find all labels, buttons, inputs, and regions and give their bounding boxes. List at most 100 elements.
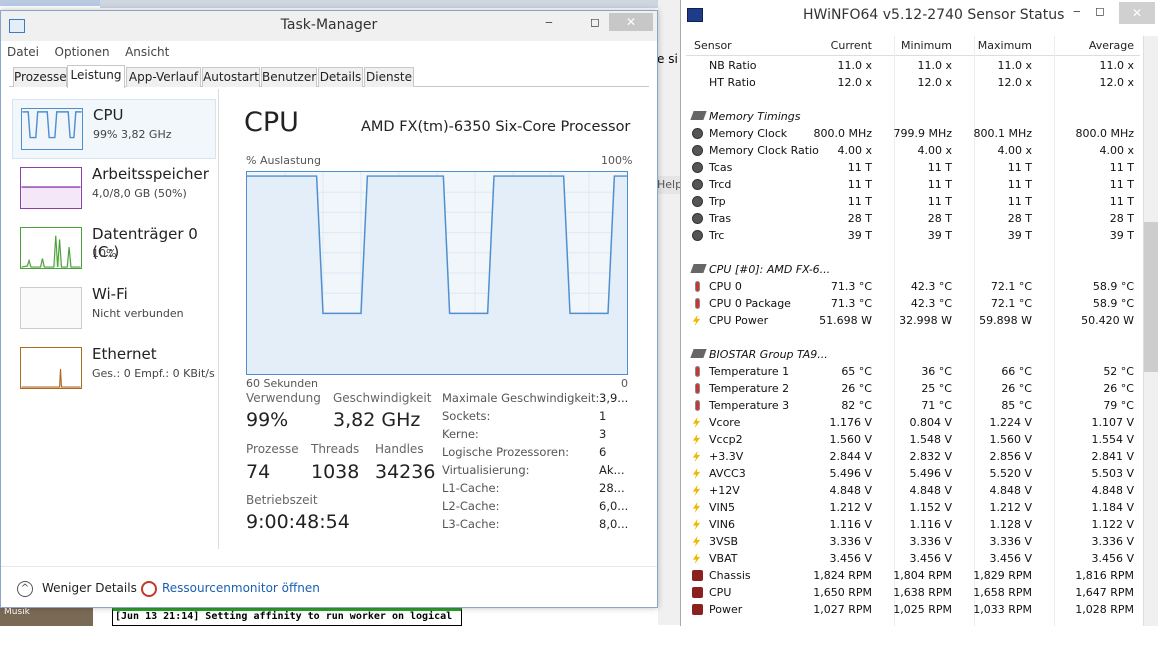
sensor-name: CPU 0 Package: [709, 297, 791, 310]
sensor-minimum: 1.548 V: [909, 433, 952, 446]
detail-value: 3: [599, 427, 607, 441]
sensor-row[interactable]: VIN6 1.116 V 1.116 V 1.128 V 1.122 V: [686, 516, 1140, 533]
sensor-row[interactable]: Power 1,027 RPM 1,025 RPM 1,033 RPM 1,028 RP…: [686, 601, 1140, 618]
sensor-maximum: 3.336 V: [989, 535, 1032, 548]
sensor-maximum: 1.212 V: [989, 501, 1032, 514]
col-maximum[interactable]: Maximum: [978, 39, 1032, 52]
hwinfo-maximize-button[interactable]: ◻: [1095, 4, 1105, 18]
background-help-button[interactable]: Help: [655, 176, 682, 194]
col-sensor[interactable]: Sensor: [694, 39, 732, 52]
detail-row: L1-Cache: 28...: [442, 481, 642, 499]
col-minimum[interactable]: Minimum: [901, 39, 952, 52]
sensor-row[interactable]: AVCC3 5.496 V 5.496 V 5.520 V 5.503 V: [686, 465, 1140, 482]
hwinfo-minimize-button[interactable]: ‒: [1073, 4, 1081, 18]
detail-label: Kerne:: [442, 427, 479, 441]
detail-row: L2-Cache: 6,0...: [442, 499, 642, 517]
sidebar-ethernet-label: Ethernet: [92, 345, 157, 363]
sidebar-item-memory[interactable]: Arbeitsspeicher 4,0/8,0 GB (50%): [12, 159, 216, 219]
tab-app-verlauf[interactable]: App-Verlauf: [126, 67, 201, 87]
sensor-row[interactable]: Temperature 3 82 °C 71 °C 85 °C 79 °C: [686, 397, 1140, 414]
menu-datei[interactable]: Datei: [1, 43, 45, 61]
tab-details[interactable]: Details: [318, 67, 363, 87]
hwinfo-title-bar[interactable]: HWiNFO64 v5.12-2740 Sensor Status ‒ ◻ ✕: [681, 0, 1158, 32]
processes-label: Prozesse: [246, 442, 299, 456]
sensor-maximum: 3.456 V: [989, 552, 1032, 565]
sensor-name: Trcd: [709, 178, 732, 191]
sensor-row[interactable]: Chassis 1,824 RPM 1,804 RPM 1,829 RPM 1,816 …: [686, 567, 1140, 584]
sensor-row[interactable]: Memory Clock 800.0 MHz 799.9 MHz 800.1 MHz 8…: [686, 125, 1140, 142]
sidebar-item-disk[interactable]: Datenträger 0 (C:) 10%: [12, 219, 216, 279]
sensor-row[interactable]: HT Ratio 12.0 x 12.0 x 12.0 x 12.0 x: [686, 74, 1140, 91]
sensor-average: 1.184 V: [1091, 501, 1134, 514]
sensor-row[interactable]: +3.3V 2.844 V 2.832 V 2.856 V 2.841 V: [686, 448, 1140, 465]
minimize-button[interactable]: ‒: [535, 13, 563, 31]
menu-ansicht[interactable]: Ansicht: [119, 43, 175, 61]
lightning-icon: [692, 536, 701, 547]
sensor-average: 58.9 °C: [1092, 280, 1134, 293]
menu-optionen[interactable]: Optionen: [49, 43, 116, 61]
tab-prozesse[interactable]: Prozesse: [13, 67, 67, 87]
resource-monitor-link[interactable]: Ressourcenmonitor öffnen: [162, 581, 320, 595]
col-current[interactable]: Current: [831, 39, 872, 52]
sensor-row[interactable]: NB Ratio 11.0 x 11.0 x 11.0 x 11.0 x: [686, 57, 1140, 74]
sidebar-item-cpu[interactable]: CPU 99% 3,82 GHz: [12, 99, 216, 159]
sensor-row[interactable]: VBAT 3.456 V 3.456 V 3.456 V 3.456 V: [686, 550, 1140, 567]
speed-label: Geschwindigkeit: [333, 391, 432, 405]
chevron-up-icon[interactable]: ^: [17, 581, 33, 597]
sensor-row[interactable]: CPU 0 Package 71.3 °C 42.3 °C 72.1 °C 58.9 °…: [686, 295, 1140, 312]
tab-leistung[interactable]: Leistung: [67, 65, 125, 88]
sidebar-item-wifi[interactable]: Wi-Fi Nicht verbunden: [12, 279, 216, 339]
sensor-row[interactable]: Vccp2 1.560 V 1.548 V 1.560 V 1.554 V: [686, 431, 1140, 448]
close-button[interactable]: ✕: [609, 13, 653, 31]
tab-dienste[interactable]: Dienste: [364, 67, 414, 87]
sensor-name: Memory Timings: [709, 110, 801, 123]
sensor-minimum: 12.0 x: [917, 76, 953, 89]
sensor-group-row[interactable]: Memory Timings: [686, 108, 1140, 125]
sensor-current: 26 °C: [841, 382, 872, 395]
sidebar-item-ethernet[interactable]: Ethernet Ges.: 0 Empf.: 0 KBit/s: [12, 339, 216, 399]
sensor-maximum: 1,829 RPM: [973, 569, 1032, 582]
sensor-average: 50.420 W: [1081, 314, 1134, 327]
sensor-average: 3.336 V: [1091, 535, 1134, 548]
sensor-row[interactable]: Tras 28 T 28 T 28 T 28 T: [686, 210, 1140, 227]
maximize-button[interactable]: ◻: [581, 13, 609, 31]
sensor-row[interactable]: Temperature 1 65 °C 36 °C 66 °C 52 °C: [686, 363, 1140, 380]
resource-monitor-icon: [141, 581, 157, 597]
sensor-minimum: 28 T: [927, 212, 952, 225]
sensor-average: 1,028 RPM: [1075, 603, 1134, 616]
clock-icon: [692, 145, 703, 156]
sensor-row[interactable]: CPU 0 71.3 °C 42.3 °C 72.1 °C 58.9 °C: [686, 278, 1140, 295]
sensor-row[interactable]: Trp 11 T 11 T 11 T 11 T: [686, 193, 1140, 210]
sensor-row[interactable]: Trc 39 T 39 T 39 T 39 T: [686, 227, 1140, 244]
sensor-current: 39 T: [847, 229, 872, 242]
sensor-group-row[interactable]: BIOSTAR Group TA9...: [686, 346, 1140, 363]
tab-autostart[interactable]: Autostart: [202, 67, 260, 87]
sensor-group-row[interactable]: CPU [#0]: AMD FX-6...: [686, 261, 1140, 278]
sensor-row[interactable]: +12V 4.848 V 4.848 V 4.848 V 4.848 V: [686, 482, 1140, 499]
fan-icon: [692, 604, 703, 615]
sensor-row[interactable]: Tcas 11 T 11 T 11 T 11 T: [686, 159, 1140, 176]
detail-label: Virtualisierung:: [442, 463, 530, 477]
sensor-current: 3.336 V: [829, 535, 872, 548]
taskbar-thumbnail[interactable]: Musik: [0, 606, 93, 626]
sensor-row[interactable]: Trcd 11 T 11 T 11 T 11 T: [686, 176, 1140, 193]
sensor-row[interactable]: CPU Power 51.698 W 32.998 W 59.898 W 50.420 …: [686, 312, 1140, 329]
sensor-row[interactable]: Vcore 1.176 V 0.804 V 1.224 V 1.107 V: [686, 414, 1140, 431]
sensor-name: Trp: [709, 195, 726, 208]
clock-icon: [692, 162, 703, 173]
sensor-row[interactable]: Memory Clock Ratio 4.00 x 4.00 x 4.00 x 4.00…: [686, 142, 1140, 159]
sensor-row[interactable]: Temperature 2 26 °C 25 °C 26 °C 26 °C: [686, 380, 1140, 397]
sensor-row[interactable]: 3VSB 3.336 V 3.336 V 3.336 V 3.336 V: [686, 533, 1140, 550]
col-average[interactable]: Average: [1089, 39, 1134, 52]
scrollbar-thumb[interactable]: [1144, 222, 1158, 372]
fewer-details-button[interactable]: Weniger Details: [42, 581, 137, 595]
hwinfo-close-button[interactable]: ✕: [1119, 2, 1155, 24]
sensor-name: VIN5: [709, 501, 735, 514]
title-bar[interactable]: Task-Manager ‒ ◻ ✕: [1, 11, 657, 41]
uptime-label: Betriebszeit: [246, 493, 318, 507]
sidebar-cpu-label: CPU: [93, 106, 124, 124]
sensor-maximum: 11 T: [1007, 195, 1032, 208]
sensor-row[interactable]: CPU 1,650 RPM 1,638 RPM 1,658 RPM 1,647 RPM: [686, 584, 1140, 601]
tab-benutzer[interactable]: Benutzer: [261, 67, 317, 87]
sensor-row[interactable]: VIN5 1.212 V 1.152 V 1.212 V 1.184 V: [686, 499, 1140, 516]
